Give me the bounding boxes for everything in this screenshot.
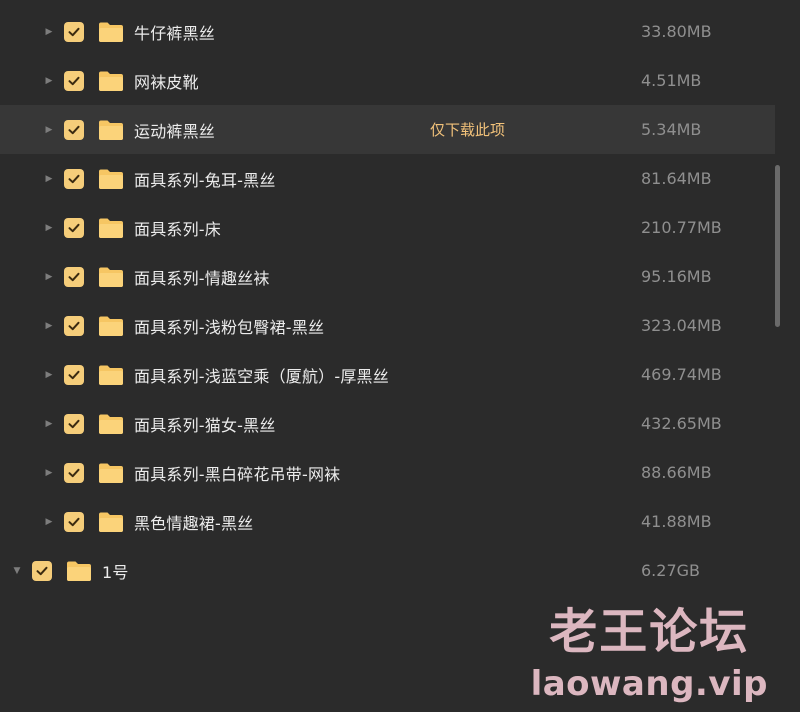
- file-size: 432.65MB: [641, 414, 722, 433]
- file-size: 95.16MB: [641, 267, 712, 286]
- triangle-right-icon[interactable]: ▶: [44, 27, 54, 37]
- triangle-right-icon[interactable]: ▶: [44, 125, 54, 135]
- watermark: 老王论坛 laowang.vip: [531, 604, 768, 704]
- triangle-right-icon[interactable]: ▶: [44, 76, 54, 86]
- tree-row[interactable]: ▶ 面具系列-猫女-黑丝 432.65MB: [0, 399, 775, 448]
- file-name: 面具系列-情趣丝袜: [134, 268, 270, 288]
- tree-row[interactable]: ▶ 网袜皮靴 4.51MB: [0, 56, 775, 105]
- checkmark-icon: [68, 272, 80, 281]
- file-tree-list: ▶ 牛仔裤黑丝 33.80MB ▶ 网袜皮靴 4.51MB ▶ 运动裤黑丝 仅下…: [0, 7, 775, 595]
- file-size: 88.66MB: [641, 463, 712, 482]
- folder-icon: [99, 414, 123, 434]
- tree-row[interactable]: ▶ 面具系列-情趣丝袜 95.16MB: [0, 252, 775, 301]
- checkmark-icon: [68, 27, 80, 36]
- checkbox[interactable]: [64, 168, 84, 189]
- tree-row[interactable]: ▶ 牛仔裤黑丝 33.80MB: [0, 7, 775, 56]
- checkbox[interactable]: [64, 217, 84, 238]
- checkbox[interactable]: [64, 119, 84, 140]
- checkbox[interactable]: [64, 511, 84, 532]
- checkbox[interactable]: [64, 21, 84, 42]
- file-size: 41.88MB: [641, 512, 712, 531]
- checkmark-icon: [68, 125, 80, 134]
- folder-icon: [99, 365, 123, 385]
- folder-icon: [99, 463, 123, 483]
- tree-row[interactable]: ▶ 面具系列-床 210.77MB: [0, 203, 775, 252]
- folder-icon: [99, 71, 123, 91]
- file-size: 4.51MB: [641, 71, 702, 90]
- tree-row[interactable]: ▶ 面具系列-浅蓝空乘（厦航）-厚黑丝 469.74MB: [0, 350, 775, 399]
- folder-icon: [99, 218, 123, 238]
- file-size: 469.74MB: [641, 365, 722, 384]
- file-name: 黑色情趣裙-黑丝: [134, 513, 254, 533]
- checkmark-icon: [68, 370, 80, 379]
- file-name: 面具系列-床: [134, 219, 221, 239]
- checkbox[interactable]: [64, 462, 84, 483]
- file-size: 81.64MB: [641, 169, 712, 188]
- triangle-right-icon[interactable]: ▶: [44, 468, 54, 478]
- file-name: 面具系列-兔耳-黑丝: [134, 170, 276, 190]
- checkmark-icon: [68, 321, 80, 330]
- file-tree-window: ▶ 牛仔裤黑丝 33.80MB ▶ 网袜皮靴 4.51MB ▶ 运动裤黑丝 仅下…: [0, 0, 800, 712]
- triangle-right-icon[interactable]: ▶: [44, 419, 54, 429]
- checkmark-icon: [68, 76, 80, 85]
- file-size: 33.80MB: [641, 22, 712, 41]
- checkbox[interactable]: [64, 266, 84, 287]
- triangle-right-icon[interactable]: ▶: [44, 321, 54, 331]
- folder-icon: [99, 512, 123, 532]
- checkmark-icon: [68, 468, 80, 477]
- folder-icon: [67, 561, 91, 581]
- tree-row[interactable]: ▶ 面具系列-兔耳-黑丝 81.64MB: [0, 154, 775, 203]
- checkbox[interactable]: [64, 413, 84, 434]
- file-name: 运动裤黑丝: [134, 121, 216, 141]
- folder-icon: [99, 22, 123, 42]
- triangle-right-icon[interactable]: ▶: [44, 174, 54, 184]
- checkbox[interactable]: [64, 364, 84, 385]
- triangle-right-icon[interactable]: ▶: [44, 370, 54, 380]
- folder-icon: [99, 267, 123, 287]
- tree-row[interactable]: ▶ 面具系列-浅粉包臀裙-黑丝 323.04MB: [0, 301, 775, 350]
- triangle-right-icon[interactable]: ▶: [44, 223, 54, 233]
- checkbox[interactable]: [64, 315, 84, 336]
- file-name: 面具系列-黑白碎花吊带-网袜: [134, 464, 341, 484]
- folder-icon: [99, 316, 123, 336]
- tree-row[interactable]: ▶ 面具系列-黑白碎花吊带-网袜 88.66MB: [0, 448, 775, 497]
- file-size: 210.77MB: [641, 218, 722, 237]
- triangle-right-icon[interactable]: ▶: [44, 272, 54, 282]
- file-size: 6.27GB: [641, 561, 700, 580]
- checkmark-icon: [68, 223, 80, 232]
- file-name: 1号: [102, 562, 129, 582]
- triangle-down-icon[interactable]: ▼: [12, 566, 22, 576]
- checkmark-icon: [36, 566, 48, 575]
- scrollbar-thumb[interactable]: [775, 165, 780, 327]
- tree-row-hovered[interactable]: ▶ 运动裤黑丝 仅下载此项 5.34MB: [0, 105, 775, 154]
- file-size: 323.04MB: [641, 316, 722, 335]
- triangle-right-icon[interactable]: ▶: [44, 517, 54, 527]
- file-name: 面具系列-浅蓝空乘（厦航）-厚黑丝: [134, 366, 389, 386]
- folder-icon: [99, 169, 123, 189]
- file-name: 面具系列-浅粉包臀裙-黑丝: [134, 317, 325, 337]
- file-name: 面具系列-猫女-黑丝: [134, 415, 276, 435]
- tree-row-parent[interactable]: ▼ 1号 6.27GB: [0, 546, 775, 595]
- folder-icon: [99, 120, 123, 140]
- checkmark-icon: [68, 174, 80, 183]
- checkmark-icon: [68, 517, 80, 526]
- watermark-name: 老王论坛: [549, 604, 750, 660]
- file-name: 牛仔裤黑丝: [134, 23, 216, 43]
- watermark-url: laowang.vip: [530, 664, 768, 704]
- tree-row[interactable]: ▶ 黑色情趣裙-黑丝 41.88MB: [0, 497, 775, 546]
- file-name: 网袜皮靴: [134, 72, 199, 92]
- checkmark-icon: [68, 419, 80, 428]
- download-only-this-link[interactable]: 仅下载此项: [430, 119, 505, 140]
- checkbox[interactable]: [32, 560, 52, 581]
- checkbox[interactable]: [64, 70, 84, 91]
- file-size: 5.34MB: [641, 120, 702, 139]
